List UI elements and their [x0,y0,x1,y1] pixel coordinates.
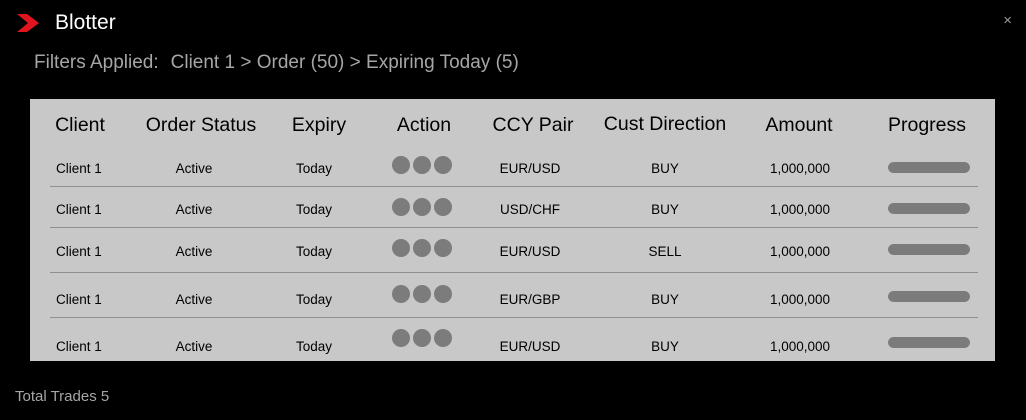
column-header-action[interactable]: Action [397,111,451,139]
action-dot-icon[interactable] [413,198,431,216]
blotter-table: Client Order Status Expiry Action CCY Pa… [30,99,995,361]
cell-client: Client 1 [56,202,102,217]
cell-amount: 1,000,000 [769,339,831,354]
action-buttons [392,156,452,174]
cell-ccy-pair: EUR/GBP [499,292,561,307]
cell-order-status: Active [175,202,213,217]
progress-bar [888,162,970,173]
progress-bar-fill [888,162,970,173]
progress-bar [888,244,970,255]
table-row[interactable]: Client 1 Active Today EUR/USD SELL 1,000,000 [50,228,978,273]
action-buttons [392,285,452,303]
cell-expiry: Today [295,202,333,217]
progress-bar-fill [888,203,970,214]
cell-order-status: Active [175,339,213,354]
action-dot-icon[interactable] [413,239,431,257]
action-dot-icon[interactable] [392,239,410,257]
filter-crumb-order[interactable]: Order (50) [257,52,345,73]
column-header-progress[interactable]: Progress [888,111,966,139]
action-buttons [392,329,452,347]
cell-cust-direction: BUY [651,339,679,354]
total-trades-count: Total Trades 5 [15,388,110,405]
column-header-client[interactable]: Client [55,111,105,139]
cell-amount: 1,000,000 [769,244,831,259]
table-header: Client Order Status Expiry Action CCY Pa… [30,111,995,141]
action-dot-icon[interactable] [434,329,452,347]
cell-expiry: Today [295,292,333,307]
cell-expiry: Today [295,339,333,354]
cell-ccy-pair: USD/CHF [500,202,560,217]
cell-expiry: Today [295,161,333,176]
progress-bar-fill [888,291,970,302]
cell-client: Client 1 [56,292,102,307]
cell-client: Client 1 [56,161,102,176]
column-header-amount[interactable]: Amount [765,111,832,139]
filter-crumb-expiry[interactable]: Expiring Today (5) [366,52,519,73]
cell-order-status: Active [175,292,213,307]
action-dot-icon[interactable] [434,156,452,174]
breadcrumb-separator: > [240,52,252,73]
column-header-order-status[interactable]: Order Status [146,111,257,139]
cell-cust-direction: BUY [651,292,679,307]
action-dot-icon[interactable] [392,329,410,347]
action-dot-icon[interactable] [392,198,410,216]
progress-bar-fill [888,244,970,255]
cell-cust-direction: BUY [651,202,679,217]
action-dot-icon[interactable] [413,329,431,347]
action-buttons [392,198,452,216]
cell-amount: 1,000,000 [769,202,831,217]
column-header-ccy-pair[interactable]: CCY Pair [493,111,574,139]
progress-bar [888,291,970,302]
cell-cust-direction: SELL [648,244,682,259]
progress-bar [888,337,970,348]
table-row[interactable]: Client 1 Active Today EUR/USD BUY 1,000,000 [50,146,978,187]
action-dot-icon[interactable] [413,156,431,174]
cell-order-status: Active [175,161,213,176]
breadcrumb-separator: > [349,52,361,73]
close-icon[interactable]: × [1003,11,1012,31]
logo-chevron-icon [17,14,39,32]
filters-label: Filters Applied: [34,52,159,73]
progress-bar [888,203,970,214]
action-dot-icon[interactable] [392,285,410,303]
action-dot-icon[interactable] [434,239,452,257]
action-dot-icon[interactable] [413,285,431,303]
cell-cust-direction: BUY [651,161,679,176]
cell-expiry: Today [295,244,333,259]
action-dot-icon[interactable] [392,156,410,174]
table-row[interactable]: Client 1 Active Today EUR/USD BUY 1,000,000 [50,318,978,358]
cell-client: Client 1 [56,339,102,354]
cell-ccy-pair: EUR/USD [499,244,561,259]
cell-amount: 1,000,000 [769,161,831,176]
cell-order-status: Active [175,244,213,259]
progress-bar-fill [888,337,970,348]
table-row[interactable]: Client 1 Active Today USD/CHF BUY 1,000,000 [50,187,978,228]
window-title: Blotter [55,11,116,34]
cell-client: Client 1 [56,244,102,259]
table-row[interactable]: Client 1 Active Today EUR/GBP BUY 1,000,000 [50,273,978,318]
cell-amount: 1,000,000 [769,292,831,307]
column-header-expiry[interactable]: Expiry [292,111,346,139]
action-dot-icon[interactable] [434,198,452,216]
action-buttons [392,239,452,257]
action-dot-icon[interactable] [434,285,452,303]
filters-breadcrumb: Filters Applied: Client 1 > Order (50) > … [34,50,519,76]
column-header-cust-direction[interactable]: Cust Direction [604,110,726,138]
cell-ccy-pair: EUR/USD [499,339,561,354]
filter-crumb-client[interactable]: Client 1 [171,52,235,73]
cell-ccy-pair: EUR/USD [499,161,561,176]
